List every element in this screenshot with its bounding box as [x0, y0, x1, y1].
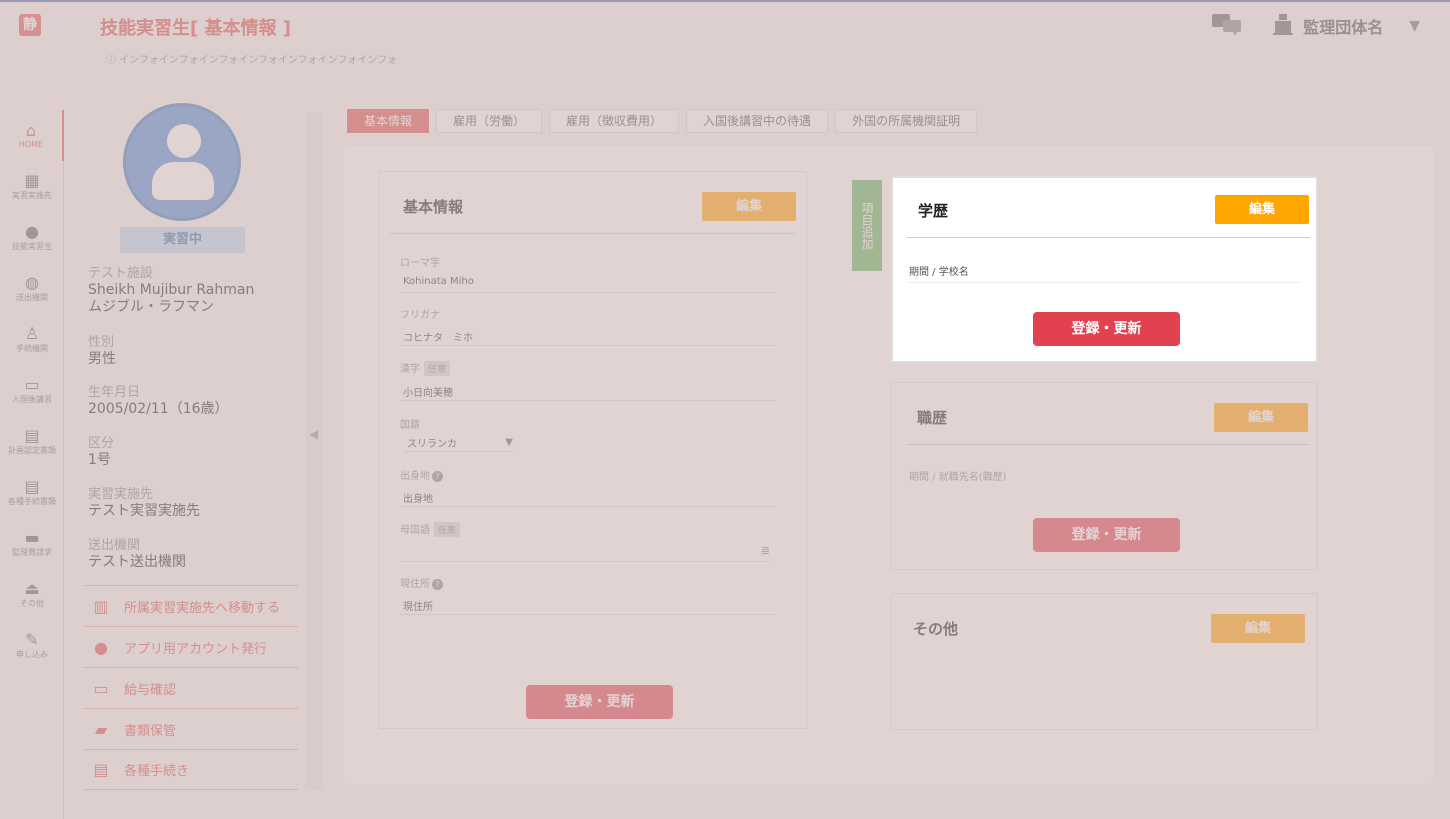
education-title: 学歴	[918, 202, 949, 220]
app-window: 静 技能実習生[ 基本情報 ] ⓘ インフォインフォインフォインフォインフォイン…	[0, 0, 1450, 819]
education-edit-button[interactable]: 編集	[1215, 195, 1309, 224]
field-line	[907, 282, 1301, 283]
education-field-label: 期間 / 学校名	[909, 267, 969, 278]
divider	[907, 237, 1310, 238]
education-save-button[interactable]: 登録・更新	[1033, 312, 1180, 346]
education-card: 学歴 編集 期間 / 学校名 登録・更新	[891, 176, 1318, 363]
overlay-tint	[0, 0, 1450, 819]
